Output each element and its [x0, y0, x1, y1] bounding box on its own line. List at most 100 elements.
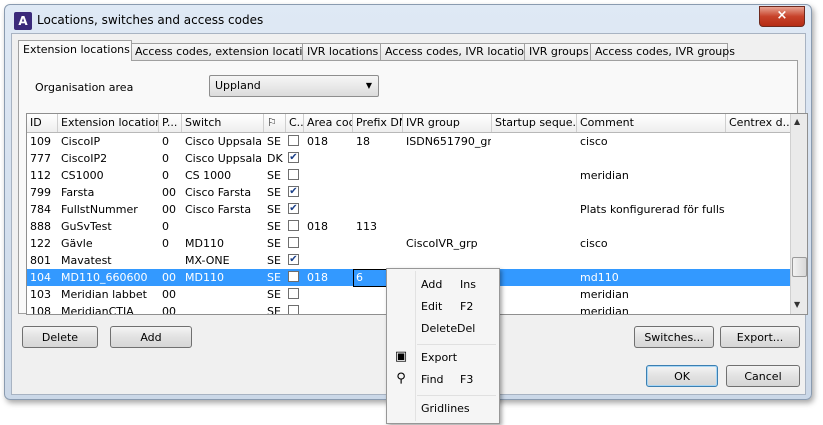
table-row[interactable]: 122 Gävle 0 MD110 SE CiscoIVR_grp cisco	[27, 235, 790, 252]
tab-access-codes-extension-locations[interactable]: Access codes, extension locations	[130, 43, 322, 60]
row-checkbox[interactable]	[288, 220, 299, 231]
cell-id: 109	[30, 135, 51, 148]
cell-prefix-dn: 113	[356, 220, 377, 233]
cell-comment	[577, 218, 725, 235]
col-header-country[interactable]: ⚐	[264, 114, 286, 132]
col-header-centrex[interactable]: Centrex d...	[726, 114, 792, 132]
row-checkbox[interactable]	[288, 169, 299, 180]
col-header-ivr-group[interactable]: IVR group	[403, 114, 492, 132]
menu-icon-strip	[415, 271, 416, 421]
col-header-switch[interactable]: Switch	[182, 114, 264, 132]
cell-comment: meridian	[580, 169, 629, 182]
cell-ivr-group: ISDN651790_grp	[406, 135, 491, 148]
cell-ivr-group	[403, 201, 491, 218]
cell-area-code: 018	[307, 271, 328, 284]
table-row[interactable]: 109 CiscoIP 0 Cisco Uppsala SE 018 18 ISDN65179…	[27, 133, 790, 150]
scroll-down-icon[interactable]: ▼	[794, 300, 800, 309]
row-checkbox[interactable]	[288, 288, 299, 299]
cell-comment: cisco	[580, 135, 608, 148]
vertical-scrollbar[interactable]: ▲ ▼	[790, 114, 807, 314]
row-checkbox[interactable]: ✔	[288, 152, 299, 163]
cell-comment	[577, 252, 725, 269]
tab-access-codes-ivr-groups[interactable]: Access codes, IVR groups	[590, 43, 735, 60]
switches-button[interactable]: Switches...	[634, 326, 714, 348]
delete-button[interactable]: Delete	[22, 326, 98, 348]
cell-country: SE	[267, 135, 281, 148]
add-button[interactable]: Add	[110, 326, 192, 348]
row-checkbox[interactable]	[288, 237, 299, 248]
cell-country: SE	[267, 203, 281, 216]
cell-area-code	[304, 184, 352, 201]
window-title: Locations, switches and access codes	[37, 13, 264, 27]
close-button[interactable]: ×	[759, 6, 805, 27]
cell-prefix-dn: 18	[356, 135, 370, 148]
table-row[interactable]: 777 CiscoIP2 0 Cisco Uppsala DK ✔	[27, 150, 790, 167]
menu-item-delete[interactable]: Delete	[421, 320, 457, 338]
col-header-extension-location[interactable]: Extension location	[58, 114, 159, 132]
row-checkbox[interactable]: ✔	[288, 186, 299, 197]
menu-separator	[417, 344, 496, 345]
col-header-area-code[interactable]: Area code	[304, 114, 353, 132]
cell-switch: Cisco Uppsala	[185, 152, 263, 165]
table-row[interactable]: 784 FullstNummer 00 Cisco Farsta SE Plats kon…	[27, 201, 790, 218]
menu-item-find[interactable]: Find	[421, 371, 444, 389]
org-area-dropdown[interactable]: Uppland ▼	[209, 75, 379, 97]
row-checkbox[interactable]: ✔	[288, 254, 299, 265]
cell-id: 799	[30, 186, 51, 199]
cell-country: SE	[267, 220, 281, 233]
cell-prefix: 00	[162, 288, 176, 301]
cell-comment	[577, 150, 725, 167]
title-bar[interactable]: A Locations, switches and access codes ×	[5, 5, 811, 35]
col-header-c[interactable]: C...	[286, 114, 304, 132]
cancel-button[interactable]: Cancel	[726, 365, 800, 387]
cell-prefix-dn	[353, 235, 402, 252]
cell-prefix-dn	[353, 150, 402, 167]
col-header-id[interactable]: ID	[27, 114, 58, 132]
scrollbar-thumb[interactable]	[792, 257, 807, 277]
menu-item-gridlines[interactable]: Gridlines	[421, 400, 470, 418]
tab-ivr-groups[interactable]: IVR groups	[524, 43, 594, 60]
cell-comment: md110	[580, 271, 619, 284]
menu-item-export[interactable]: Export	[421, 349, 457, 367]
menu-item-add[interactable]: Add	[421, 276, 442, 294]
row-checkbox[interactable]: ✔	[288, 203, 299, 214]
cell-id: 112	[30, 169, 51, 182]
menu-item-edit[interactable]: Edit	[421, 298, 442, 316]
scroll-up-icon[interactable]: ▲	[794, 117, 800, 126]
cell-comment: Plats konfigurerad för fullst...	[580, 203, 725, 216]
table-row[interactable]: 112 CS1000 0 CS 1000 SE meridian	[27, 167, 790, 184]
col-header-comment[interactable]: Comment	[577, 114, 726, 132]
cell-id: 801	[30, 254, 51, 267]
ok-button[interactable]: OK	[646, 365, 718, 387]
cell-extension-location: Farsta	[61, 186, 95, 199]
tab-ivr-locations[interactable]: IVR locations	[302, 43, 384, 60]
cell-extension-location: Gävle	[61, 237, 93, 250]
cell-ivr-group	[403, 184, 491, 201]
table-row[interactable]: 799 Farsta 00 Cisco Farsta SE ✔	[27, 184, 790, 201]
table-row[interactable]: 801 Mavatest MX-ONE SE ✔	[27, 252, 790, 269]
export-icon: ▣	[394, 349, 408, 364]
export-button[interactable]: Export...	[720, 326, 800, 348]
col-header-prefix[interactable]: P...	[159, 114, 182, 132]
cell-prefix: 00	[162, 203, 176, 216]
tab-access-codes-ivr-locations[interactable]: Access codes, IVR locations	[380, 43, 537, 60]
tab-extension-locations[interactable]: Extension locations	[18, 40, 132, 61]
col-header-startup-sequence[interactable]: Startup seque...	[492, 114, 577, 132]
row-checkbox[interactable]	[288, 135, 299, 146]
cell-prefix: 0	[162, 152, 169, 165]
col-header-prefix-dn[interactable]: Prefix DN	[353, 114, 403, 132]
cell-id: 888	[30, 220, 51, 233]
magnifier-icon: ⚲	[396, 371, 406, 386]
cell-switch	[182, 218, 263, 235]
cell-prefix-dn	[353, 252, 402, 269]
cell-switch	[182, 303, 263, 314]
cell-extension-location: GuSvTest	[61, 220, 112, 233]
cell-prefix: 00	[162, 271, 176, 284]
cell-switch	[182, 286, 263, 303]
cell-switch: MD110	[185, 237, 224, 250]
cell-ivr-group	[403, 218, 491, 235]
table-row[interactable]: 888 GuSvTest 0 SE 018 113	[27, 218, 790, 235]
row-checkbox[interactable]	[288, 271, 299, 282]
cell-extension-location: CiscoIP2	[61, 152, 108, 165]
row-checkbox[interactable]	[288, 305, 299, 314]
